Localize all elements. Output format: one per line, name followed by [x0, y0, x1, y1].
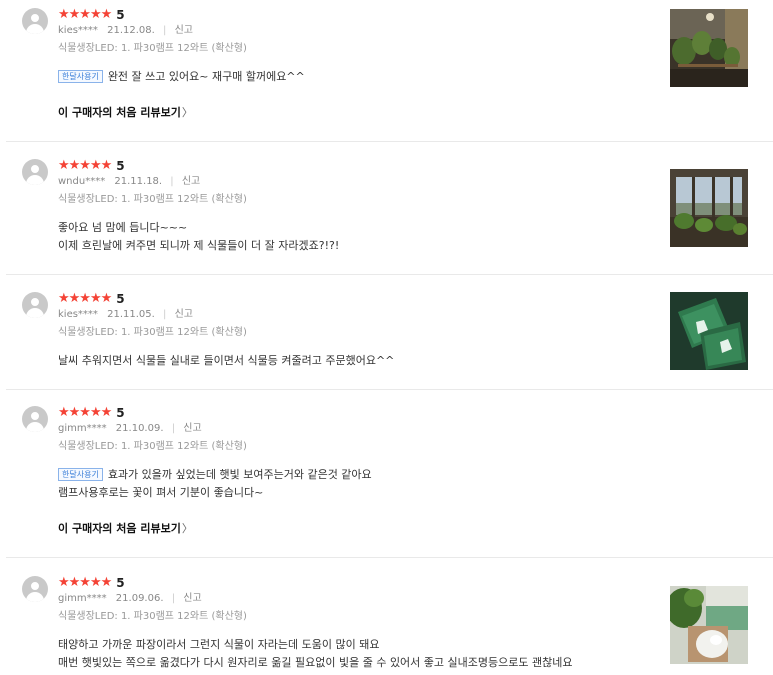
- review-item: ★★★★★ 5 kies**** 21.11.05. | 신고 식물생장LED:…: [6, 292, 773, 390]
- review-meta: kies**** 21.11.05. | 신고: [58, 309, 193, 321]
- review-date: 21.12.08.: [107, 25, 155, 36]
- rating: ★★★★★ 5: [58, 291, 125, 307]
- review-date: 21.11.18.: [114, 176, 163, 187]
- purchase-option: 식물생장LED: 1. 파30램프 12와트 (확산형): [58, 441, 247, 452]
- month-use-badge: 한달사용기: [58, 70, 103, 83]
- review-text: 날씨 추워지면서 식물들 실내로 들이면서 식물등 켜줄려고 주문했어요^^: [58, 352, 394, 370]
- divider: |: [163, 25, 167, 36]
- review-date: 21.11.05.: [107, 309, 155, 320]
- first-review-link[interactable]: 이 구매자의 처음 리뷰보기〉: [58, 522, 193, 536]
- report-link[interactable]: 신고: [183, 593, 201, 604]
- reviewer-id: gimm****: [58, 593, 107, 604]
- first-review-label: 이 구매자의 처음 리뷰보기: [58, 522, 181, 535]
- star-rating-icons: ★★★★★: [58, 405, 112, 420]
- first-review-label: 이 구매자의 처음 리뷰보기: [58, 106, 181, 119]
- avatar: [22, 159, 48, 185]
- reviewer-id: kies****: [58, 309, 98, 320]
- report-link[interactable]: 신고: [183, 423, 201, 434]
- review-meta: gimm**** 21.10.09. | 신고: [58, 423, 202, 435]
- review-line: 태양하고 가까운 파장이라서 그런지 식물이 자라는데 도움이 많이 돼요: [58, 638, 380, 651]
- review-line: 완전 잘 쓰고 있어요~ 재구매 할꺼에요^^: [107, 70, 305, 83]
- review-text: 좋아요 넘 맘에 듭니다~~~ 이제 흐린날에 켜주면 되니까 제 식물들이 더…: [58, 219, 339, 255]
- first-review-link[interactable]: 이 구매자의 처음 리뷰보기〉: [58, 106, 193, 120]
- review-text: 태양하고 가까운 파장이라서 그런지 식물이 자라는데 도움이 많이 돼요 매번…: [58, 636, 572, 672]
- review-photo[interactable]: [670, 169, 748, 247]
- divider: |: [171, 593, 176, 604]
- star-rating-icons: ★★★★★: [58, 291, 112, 306]
- purchase-option: 식물생장LED: 1. 파30램프 12와트 (확산형): [58, 611, 247, 622]
- star-rating-icons: ★★★★★: [58, 158, 112, 173]
- rating-score: 5: [116, 292, 125, 306]
- purchase-option: 식물생장LED: 1. 파30램프 12와트 (확산형): [58, 194, 247, 205]
- review-text: 한달사용기 효과가 있을까 싶었는데 햇빛 보여주는거와 같은것 같아요 램프사용…: [58, 466, 372, 502]
- rating-score: 5: [116, 406, 125, 420]
- rating: ★★★★★ 5: [58, 575, 125, 591]
- chevron-right-icon: 〉: [181, 106, 193, 119]
- review-photo[interactable]: [670, 292, 748, 370]
- chevron-right-icon: 〉: [181, 522, 193, 535]
- divider: |: [163, 309, 167, 320]
- rating: ★★★★★ 5: [58, 7, 125, 23]
- review-photo[interactable]: [670, 586, 748, 664]
- review-meta: gimm**** 21.09.06. | 신고: [58, 593, 202, 605]
- review-line: 좋아요 넘 맘에 듭니다~~~: [58, 221, 188, 234]
- review-date: 21.10.09.: [115, 423, 164, 434]
- review-meta: kies**** 21.12.08. | 신고: [58, 25, 193, 37]
- purchase-option: 식물생장LED: 1. 파30램프 12와트 (확산형): [58, 327, 247, 338]
- reviewer-id: gimm****: [58, 423, 107, 434]
- review-item: ★★★★★ 5 wndu**** 21.11.18. | 신고 식물생장LED:…: [6, 159, 773, 275]
- divider: |: [171, 423, 176, 434]
- review-item: ★★★★★ 5 gimm**** 21.09.06. | 신고 식물생장LED:…: [6, 576, 773, 675]
- reviewer-id: kies****: [58, 25, 98, 36]
- reviewer-id: wndu****: [58, 176, 106, 187]
- report-link[interactable]: 신고: [175, 25, 193, 36]
- rating: ★★★★★ 5: [58, 405, 125, 421]
- star-rating-icons: ★★★★★: [58, 7, 112, 22]
- review-item: ★★★★★ 5 gimm**** 21.10.09. | 신고 식물생장LED:…: [6, 406, 773, 558]
- review-meta: wndu**** 21.11.18. | 신고: [58, 176, 200, 188]
- rating-score: 5: [116, 576, 125, 590]
- review-photo[interactable]: [670, 9, 748, 87]
- review-line: 이제 흐린날에 켜주면 되니까 제 식물들이 더 잘 자라겠죠?!?!: [58, 239, 340, 252]
- review-line: 날씨 추워지면서 식물들 실내로 들이면서 식물등 켜줄려고 주문했어요^^: [58, 354, 395, 367]
- rating-score: 5: [116, 159, 125, 173]
- avatar: [22, 292, 48, 318]
- avatar: [22, 8, 48, 34]
- review-line: 램프사용후로는 꽃이 펴서 기분이 좋습니다~: [58, 486, 264, 499]
- report-link[interactable]: 신고: [175, 309, 193, 320]
- avatar: [22, 576, 48, 602]
- review-item: ★★★★★ 5 kies**** 21.12.08. | 신고 식물생장LED:…: [6, 8, 773, 142]
- star-rating-icons: ★★★★★: [58, 575, 112, 590]
- review-text: 한달사용기 완전 잘 쓰고 있어요~ 재구매 할꺼에요^^: [58, 68, 305, 86]
- avatar: [22, 406, 48, 432]
- month-use-badge: 한달사용기: [58, 468, 103, 481]
- review-line: 매번 햇빛있는 쪽으로 옮겼다가 다시 원자리로 옮길 필요없이 빛을 줄 수 …: [58, 656, 573, 669]
- rating-score: 5: [116, 8, 125, 22]
- review-date: 21.09.06.: [115, 593, 164, 604]
- report-link[interactable]: 신고: [182, 176, 200, 187]
- purchase-option: 식물생장LED: 1. 파30램프 12와트 (확산형): [58, 43, 247, 54]
- divider: |: [170, 176, 174, 187]
- rating: ★★★★★ 5: [58, 158, 125, 174]
- review-line: 효과가 있을까 싶었는데 햇빛 보여주는거와 같은것 같아요: [107, 468, 372, 481]
